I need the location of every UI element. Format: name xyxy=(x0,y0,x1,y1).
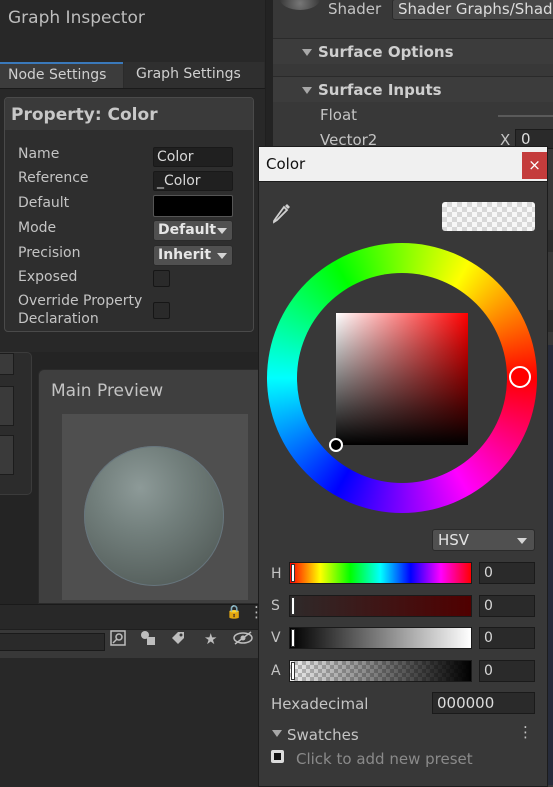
slider-label-s: S xyxy=(271,598,280,614)
preset-library-icon[interactable] xyxy=(271,750,284,763)
precision-dropdown[interactable]: Inherit xyxy=(153,245,233,266)
hidden-packages-icon[interactable] xyxy=(232,630,254,650)
default-label: Default xyxy=(18,195,70,211)
tab-node-settings[interactable]: Node Settings xyxy=(0,62,123,88)
exposed-checkbox[interactable] xyxy=(153,270,170,287)
property-title: Property: Color xyxy=(11,105,158,125)
mode-dropdown[interactable]: Default xyxy=(153,220,233,241)
hue-slider[interactable] xyxy=(289,562,472,584)
project-window-body xyxy=(0,658,265,787)
value-value-field[interactable]: 0 xyxy=(479,627,535,649)
color-picker-title: Color xyxy=(266,155,306,173)
override-declaration-checkbox[interactable] xyxy=(153,302,170,319)
blackboard-row[interactable] xyxy=(0,386,14,426)
override-declaration-label: Override Property Declaration xyxy=(18,292,142,328)
default-color-field[interactable] xyxy=(153,195,233,217)
shader-label: Shader xyxy=(328,0,382,18)
filter-by-type-icon[interactable] xyxy=(140,630,156,650)
chevron-down-icon xyxy=(517,538,527,544)
star-icon[interactable]: ★ xyxy=(204,630,217,648)
saturation-slider-knob[interactable] xyxy=(291,597,295,615)
hue-handle[interactable] xyxy=(509,366,531,388)
blackboard-row[interactable] xyxy=(0,435,14,475)
saturation-slider[interactable] xyxy=(289,595,472,617)
swatches-menu-icon[interactable]: ⋮ xyxy=(518,723,533,741)
blackboard-row[interactable] xyxy=(0,353,14,375)
saturation-value-field[interactable]: 0 xyxy=(479,595,535,617)
search-input[interactable] xyxy=(0,633,105,651)
search-by-type-icon[interactable] xyxy=(110,630,126,650)
lock-icon[interactable]: 🔒 xyxy=(226,605,242,620)
color-mode-dropdown[interactable]: HSV xyxy=(432,529,535,551)
float-slider[interactable] xyxy=(498,115,553,117)
override-label-line2: Declaration xyxy=(18,311,99,327)
section-surface-options-label: Surface Options xyxy=(318,43,454,61)
value-slider[interactable] xyxy=(289,627,472,649)
alpha-slider-knob[interactable] xyxy=(291,662,295,680)
mode-label: Mode xyxy=(18,220,57,236)
name-label: Name xyxy=(18,146,60,162)
alpha-slider[interactable] xyxy=(289,660,472,682)
section-surface-inputs-label: Surface Inputs xyxy=(318,81,442,99)
section-surface-inputs[interactable]: Surface Inputs xyxy=(273,76,553,102)
blackboard-panel xyxy=(0,352,32,495)
mode-dropdown-value: Default xyxy=(158,222,217,238)
shader-dropdown[interactable]: Shader Graphs/Shader xyxy=(392,0,553,20)
reference-label: Reference xyxy=(18,170,89,186)
tab-graph-settings[interactable]: Graph Settings xyxy=(124,62,264,88)
slider-label-v: V xyxy=(271,630,281,646)
filter-by-label-icon[interactable] xyxy=(170,630,186,650)
graph-inspector-title: Graph Inspector xyxy=(8,8,145,28)
slider-label-h: H xyxy=(271,566,282,582)
color-mode-value: HSV xyxy=(438,531,470,549)
name-field[interactable]: Color xyxy=(153,147,233,167)
foldout-arrow-icon xyxy=(302,87,312,94)
value-slider-knob[interactable] xyxy=(291,629,295,647)
hue-slider-knob[interactable] xyxy=(291,564,295,582)
eyedropper-icon[interactable] xyxy=(272,202,292,228)
graph-inspector-tabbar: Node Settings Graph Settings xyxy=(0,62,265,89)
property-panel: Property: Color Name Color Reference _Co… xyxy=(4,97,254,332)
alpha-value-field[interactable]: 0 xyxy=(479,660,535,682)
main-preview-title: Main Preview xyxy=(51,381,164,401)
chevron-down-icon xyxy=(217,253,227,259)
preview-sphere xyxy=(84,446,224,586)
hue-value-field[interactable]: 0 xyxy=(479,562,535,584)
reference-field[interactable]: _Color xyxy=(153,171,233,191)
override-label-line1: Override Property xyxy=(18,293,143,309)
property-panel-header: Property: Color xyxy=(5,98,253,130)
swatches-label[interactable]: Swatches xyxy=(287,726,359,744)
color-preview-swatch xyxy=(442,202,535,231)
foldout-arrow-icon xyxy=(302,49,312,56)
slider-label-a: A xyxy=(271,663,281,679)
add-preset-hint[interactable]: Click to add new preset xyxy=(296,750,473,768)
exposed-label: Exposed xyxy=(18,269,78,285)
chevron-down-icon xyxy=(217,228,227,234)
hexadecimal-label: Hexadecimal xyxy=(271,695,369,713)
hexadecimal-field[interactable]: 000000 xyxy=(432,692,535,714)
saturation-value-handle[interactable] xyxy=(329,438,343,452)
section-surface-options[interactable]: Surface Options xyxy=(273,38,553,64)
precision-label: Precision xyxy=(18,245,81,261)
foldout-arrow-icon[interactable] xyxy=(272,730,282,737)
saturation-value-square[interactable] xyxy=(336,313,468,445)
close-button[interactable]: × xyxy=(522,152,547,179)
float-label: Float xyxy=(320,106,358,124)
precision-dropdown-value: Inherit xyxy=(158,247,212,263)
